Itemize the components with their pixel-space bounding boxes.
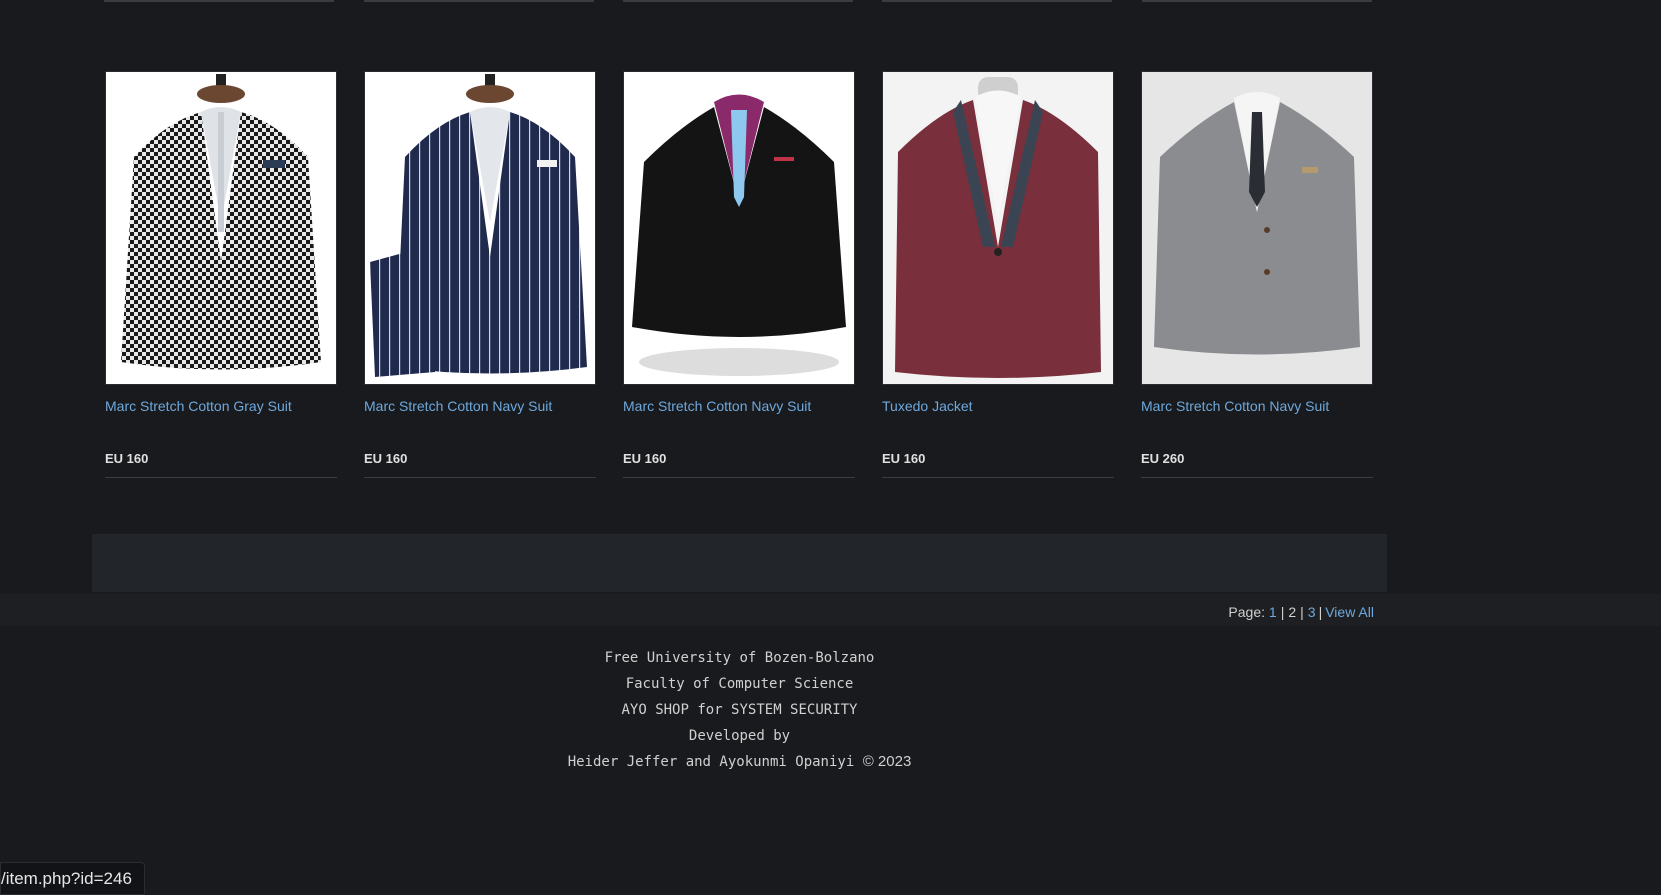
product-price: EU 160	[105, 451, 149, 466]
footer-faculty: Faculty of Computer Science	[625, 676, 854, 692]
product-divider	[882, 477, 1114, 478]
footer-shop-name: AYO SHOP for SYSTEM SECURITY	[621, 702, 858, 718]
pagination-separator: |	[1300, 604, 1304, 620]
product-image[interactable]	[882, 71, 1114, 385]
previous-row-divider	[1142, 0, 1372, 2]
product-image[interactable]	[1141, 71, 1373, 385]
product-name-link[interactable]: Marc Stretch Cotton Navy Suit	[364, 397, 596, 415]
burgundy-tuxedo-jacket-icon	[883, 72, 1113, 384]
product-name-link[interactable]: Marc Stretch Cotton Gray Suit	[105, 397, 337, 415]
pagination-separator: |	[1280, 604, 1285, 620]
footer-copyright: © 2023	[862, 753, 912, 770]
footer-authors-line: Heider Jeffer and Ayokunmi Opaniyi © 202…	[0, 749, 1479, 775]
pagination-label: Page:	[1228, 604, 1266, 620]
product-divider	[1141, 477, 1373, 478]
pagination-bar	[0, 594, 1661, 626]
product-divider	[364, 477, 596, 478]
product-card: Marc Stretch Cotton Navy Suit EU 160	[623, 71, 855, 478]
footer-developed-by: Developed by	[688, 728, 791, 744]
previous-row-divider	[364, 0, 594, 2]
product-divider	[623, 477, 855, 478]
product-image[interactable]	[623, 71, 855, 385]
product-name-link[interactable]: Marc Stretch Cotton Navy Suit	[1141, 397, 1373, 415]
product-name-link[interactable]: Marc Stretch Cotton Navy Suit	[623, 397, 855, 415]
product-price: EU 160	[623, 451, 667, 466]
page-link-1[interactable]: 1	[1269, 604, 1277, 620]
product-card: Marc Stretch Cotton Gray Suit EU 160	[105, 71, 337, 478]
product-card: Marc Stretch Cotton Navy Suit EU 160	[364, 71, 596, 478]
houndstooth-suit-icon	[106, 72, 336, 384]
previous-row-divider	[623, 0, 853, 2]
footer-authors: Heider Jeffer and Ayokunmi Opaniyi	[567, 754, 855, 770]
product-image[interactable]	[364, 71, 596, 385]
product-card: Marc Stretch Cotton Navy Suit EU 260	[1141, 71, 1373, 478]
site-footer: Free University of Bozen-Bolzano Faculty…	[0, 645, 1479, 775]
product-divider	[105, 477, 337, 478]
product-card: Tuxedo Jacket EU 160	[882, 71, 1114, 478]
previous-row-divider	[104, 0, 334, 2]
previous-row-divider	[882, 0, 1112, 2]
footer-university: Free University of Bozen-Bolzano	[604, 650, 875, 666]
page-link-3[interactable]: 3	[1308, 604, 1316, 620]
pagination: Page: 1 | 2 | 3 | View All	[1228, 604, 1374, 620]
product-price: EU 160	[882, 451, 926, 466]
view-all-link[interactable]: View All	[1325, 604, 1374, 620]
product-name-link[interactable]: Tuxedo Jacket	[882, 397, 1114, 415]
product-price: EU 160	[364, 451, 408, 466]
product-price: EU 260	[1141, 451, 1185, 466]
gray-tweed-jacket-icon	[1142, 72, 1372, 384]
content-banner	[92, 534, 1387, 592]
status-bar-url: /item.php?id=246	[0, 862, 145, 895]
page-link-2[interactable]: 2	[1288, 604, 1296, 620]
product-image[interactable]	[105, 71, 337, 385]
pagination-separator: |	[1318, 604, 1323, 620]
black-velvet-jacket-icon	[624, 72, 854, 384]
navy-pinstripe-suit-icon	[365, 72, 595, 384]
